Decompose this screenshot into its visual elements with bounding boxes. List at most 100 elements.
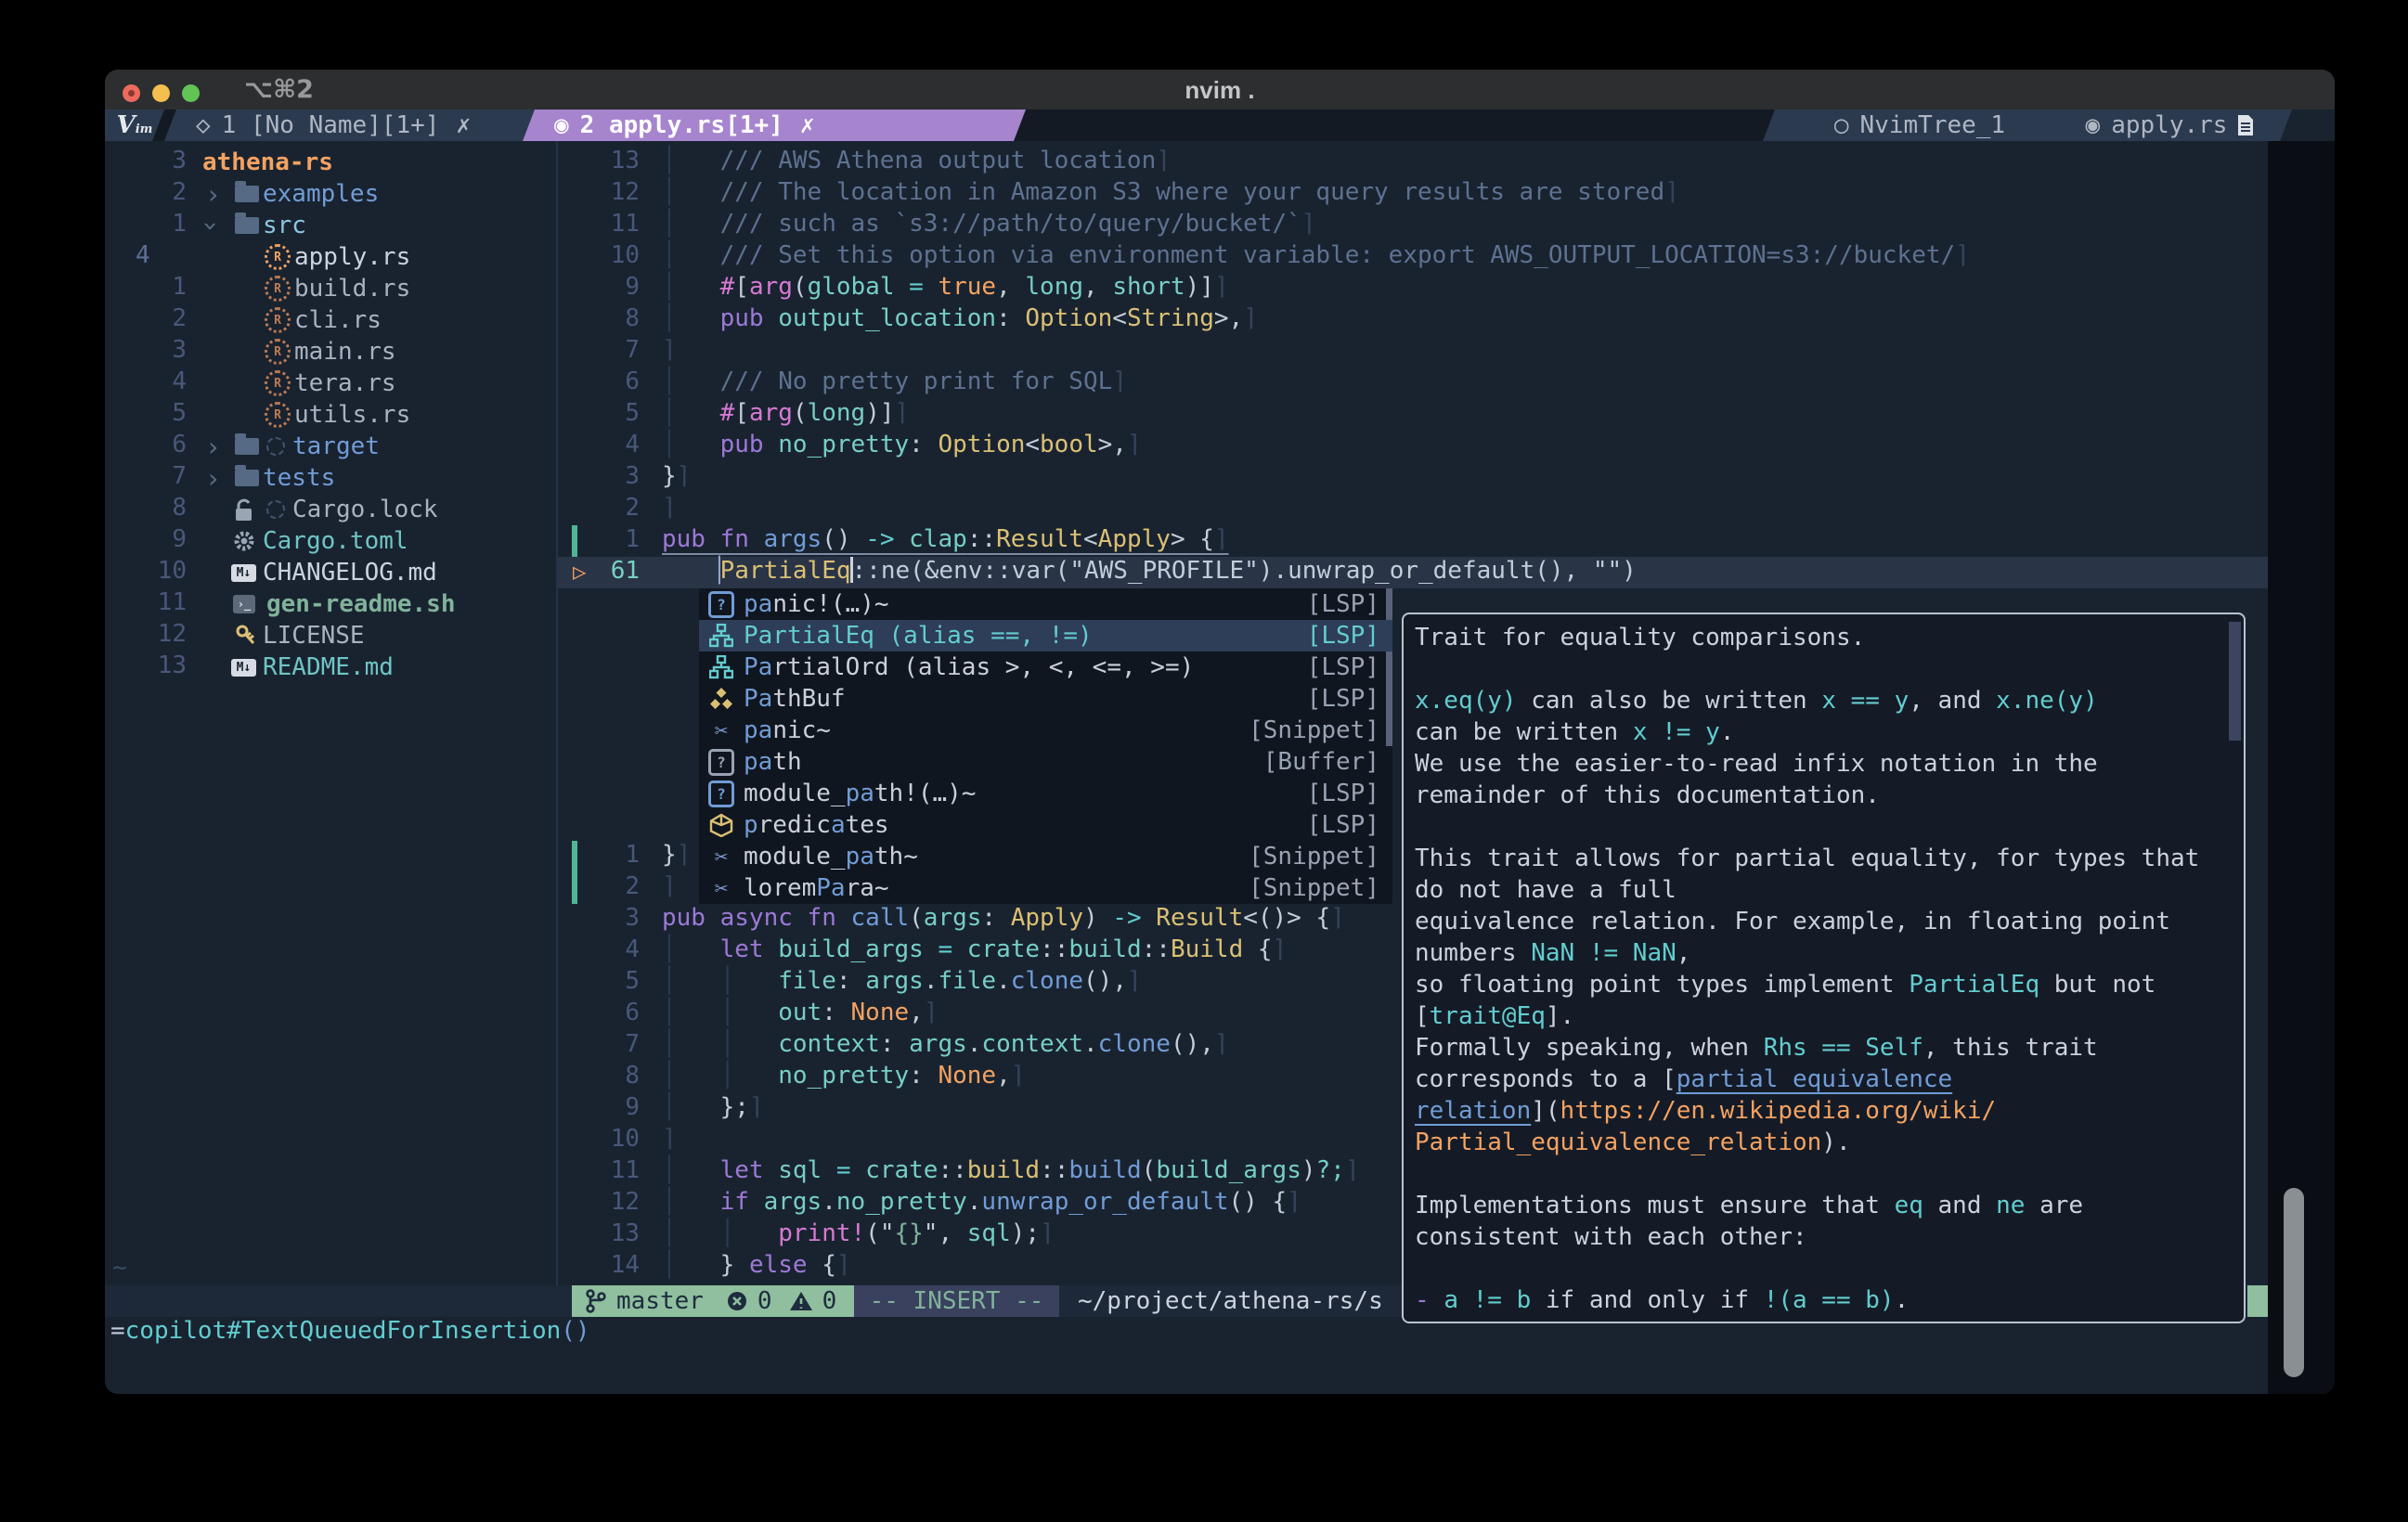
tree-line-number: 1 — [114, 210, 187, 238]
line-number: 7 — [575, 1030, 640, 1058]
code-line-6[interactable]: 6 │ /// No pretty print for SQL⌉ — [558, 368, 2268, 399]
documentation-scrollbar-thumb[interactable] — [2229, 622, 2241, 741]
empty-line-tilde: ~ — [112, 1254, 127, 1282]
tree-row-tests[interactable]: 7›tests — [105, 462, 556, 494]
error-count: 0 — [757, 1287, 772, 1315]
tree-row-LICENSE[interactable]: 12 LICENSE — [105, 620, 556, 651]
completion-item[interactable]: predicates[LSP] — [699, 809, 1392, 841]
code-line-61[interactable]: ▷61 ▕PartialEq::ne(&env::var("AWS_PROFIL… — [558, 557, 2268, 588]
command-line[interactable]: =copilot#TextQueuedForInsertion() — [110, 1317, 590, 1348]
code-line-9[interactable]: 9│ #[arg(global = true, long, short)]⌉ — [558, 273, 2268, 304]
macro-icon: ? — [708, 778, 734, 809]
code-line-3[interactable]: 3}⌉ — [558, 462, 2268, 494]
folder-icon — [235, 178, 259, 210]
line-number: 6 — [575, 368, 640, 395]
completion-label: predicates — [744, 811, 889, 839]
tab-label: 1 [No Name][1+] — [222, 111, 440, 139]
rust-file-icon: R — [265, 399, 291, 431]
tree-row-cli.rs[interactable]: 2Rcli.rs — [105, 304, 556, 336]
completion-item[interactable]: PathBuf[LSP] — [699, 683, 1392, 715]
tree-row-gen-readme.sh[interactable]: 11›_gen-readme.sh — [105, 588, 556, 620]
tree-line-number: 2 — [114, 304, 187, 332]
completion-source-tag: [LSP] — [1307, 685, 1379, 713]
completion-menu: ?panic!(…)~[LSP]PartialEq (alias ==, !=)… — [699, 588, 1392, 904]
tree-row-target[interactable]: 6 › target — [105, 431, 556, 462]
completion-item[interactable]: PartialOrd (alias >, <, <=, >=)[LSP] — [699, 651, 1392, 683]
tree-item-label: gen-readme.sh — [266, 590, 456, 618]
tree-row-Cargo.toml[interactable]: 9 Cargo.toml — [105, 525, 556, 557]
chevron-right-icon: › — [205, 431, 221, 462]
code-line-10[interactable]: 10│ /// Set this option via environment … — [558, 241, 2268, 273]
tab-1-[No-Name][1+][interactable]: ◇1 [No Name][1+]✗ — [164, 110, 582, 141]
snippet-icon: ✂ — [708, 872, 734, 904]
line-number: 9 — [575, 1093, 640, 1121]
completion-label: loremPara~ — [744, 874, 889, 902]
completion-item[interactable]: ✂loremPara~[Snippet] — [699, 872, 1392, 904]
completion-item[interactable]: ?path[Buffer] — [699, 746, 1392, 778]
code-line-2[interactable]: 2⌉ — [558, 494, 2268, 525]
tree-row-main.rs[interactable]: 3Rmain.rs — [105, 336, 556, 368]
doc-line: remainder of this documentation. — [1415, 781, 1880, 813]
code-line-4[interactable]: 4│ pub no_pretty: Option<bool>,⌉ — [558, 431, 2268, 462]
code-line-5[interactable]: 5│ #[arg(long)]⌉ — [558, 399, 2268, 431]
line-number: 11 — [575, 1156, 640, 1184]
completion-label: PartialOrd (alias >, <, <=, >=) — [744, 653, 1194, 681]
tree-row-README.md[interactable]: 13M↓README.md — [105, 651, 556, 683]
titlebar[interactable]: ⌥⌘2 nvim . — [105, 70, 2335, 110]
line-number: 12 — [575, 178, 640, 206]
rust-file-icon: R — [265, 368, 291, 399]
tree-row-tera.rs[interactable]: 4Rtera.rs — [105, 368, 556, 399]
tree-row-Cargo.lock[interactable]: 8Cargo.lock — [105, 494, 556, 525]
tree-row-examples[interactable]: 2›examples — [105, 178, 556, 210]
doc-line: do not have a full — [1415, 876, 1677, 908]
tree-item-label: Cargo.toml — [263, 527, 408, 555]
terminal-window: ⌥⌘2 nvim . Vim◇1 [No Name][1+]✗◉2 apply.… — [105, 70, 2335, 1394]
tree-row-utils.rs[interactable]: 5Rutils.rs — [105, 399, 556, 431]
completion-item[interactable]: PartialEq (alias ==, !=)[LSP] — [699, 620, 1392, 651]
code-text: │ │ context: args.context.clone(),⌉ — [662, 1030, 1229, 1058]
tree-item-label: LICENSE — [263, 622, 365, 650]
code-line-13[interactable]: 13│ /// AWS Athena output location⌉ — [558, 147, 2268, 178]
code-line-1[interactable]: 1pub fn args() -> clap::Result<Apply> {⌉ — [558, 525, 2268, 557]
code-text: │ /// No pretty print for SQL⌉ — [662, 368, 1127, 395]
code-line-11[interactable]: 11│ /// such as `s3://path/to/query/buck… — [558, 210, 2268, 241]
terminal-scrollbar-thumb[interactable] — [2284, 1188, 2304, 1377]
completion-source-tag: [LSP] — [1307, 780, 1379, 807]
tree-item-label: athena-rs — [202, 148, 333, 176]
line-number: 61 — [575, 557, 640, 585]
tree-item-label: tera.rs — [294, 369, 396, 397]
doc-line: Implementations must ensure that eq and … — [1415, 1192, 2083, 1223]
tree-line-number: 9 — [114, 525, 187, 553]
completion-item[interactable]: ?panic!(…)~[LSP] — [699, 588, 1392, 620]
module-icon — [708, 809, 734, 841]
code-text: │ let sql = crate::build::build(build_ar… — [662, 1156, 1359, 1184]
doc-line: We use the easier-to-read infix notation… — [1415, 750, 2098, 781]
folder-icon — [235, 210, 259, 241]
completion-label: module_path~ — [744, 843, 918, 871]
tree-item-label: utils.rs — [294, 401, 410, 429]
completion-item[interactable]: ?module_path!(…)~[LSP] — [699, 778, 1392, 809]
tree-row-CHANGELOG.md[interactable]: 10M↓CHANGELOG.md — [105, 557, 556, 588]
line-number: 6 — [575, 999, 640, 1026]
code-line-12[interactable]: 12│ /// The location in Amazon S3 where … — [558, 178, 2268, 210]
tree-line-number: 6 — [114, 431, 187, 458]
tree-row-src[interactable]: 1›src — [105, 210, 556, 241]
tree-row-build.rs[interactable]: 1Rbuild.rs — [105, 273, 556, 304]
completion-item[interactable]: ✂module_path~[Snippet] — [699, 841, 1392, 872]
line-number: 5 — [575, 967, 640, 995]
doc-line: Partial_equivalence_relation). — [1415, 1129, 1851, 1160]
code-text: │ │ print!("{}", sql);⌉ — [662, 1219, 1055, 1247]
tree-line-number: 12 — [114, 620, 187, 648]
tree-row-athena-rs[interactable]: 3athena-rs — [105, 147, 556, 178]
completion-item[interactable]: ✂panic~[Snippet] — [699, 715, 1392, 746]
tree-item-label: target — [292, 432, 380, 460]
tab-close-icon[interactable]: ✗ — [456, 111, 471, 139]
doc-line: - a != b if and only if !(a == b). — [1415, 1286, 1909, 1318]
line-number: 10 — [575, 1125, 640, 1153]
git-branch-icon — [585, 1289, 607, 1313]
code-line-8[interactable]: 8│ pub output_location: Option<String>,⌉ — [558, 304, 2268, 336]
tree-row-apply.rs[interactable]: 4Rapply.rs — [105, 241, 556, 273]
code-line-7[interactable]: 7⌉ — [558, 336, 2268, 368]
doc-line: Formally speaking, when Rhs == Self, thi… — [1415, 1034, 2098, 1065]
tree-item-label: CHANGELOG.md — [263, 559, 437, 587]
